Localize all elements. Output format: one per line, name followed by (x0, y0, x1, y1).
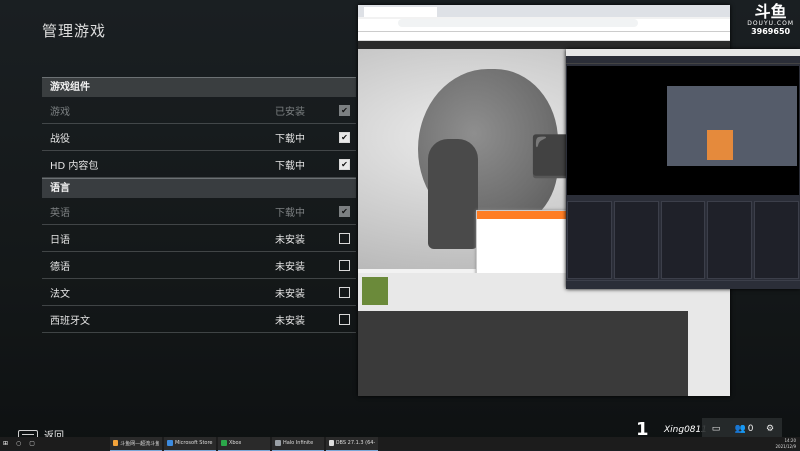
app-label: Microsoft Store (174, 440, 213, 446)
windows-icon: ⊞ (3, 440, 9, 447)
obs-controls-dock[interactable] (754, 201, 799, 279)
stream-info-area (358, 273, 730, 396)
obs-mixer-dock[interactable] (660, 201, 706, 279)
component-row[interactable]: 日语 未安装 (42, 225, 356, 252)
obs-titlebar (566, 49, 800, 56)
obs-preview-source (707, 130, 733, 160)
app-label: Halo Infinite (282, 440, 314, 446)
checkbox[interactable] (339, 232, 350, 244)
taskbar-app[interactable]: OBS 27.1.3 (64-bit... (325, 436, 378, 451)
install-status: 未安装 (275, 288, 305, 300)
obs-window[interactable] (566, 49, 800, 289)
install-status: 未安装 (275, 315, 305, 327)
app-label: 斗鱼网—超流斗鱼... (120, 440, 159, 447)
component-row: 英语 下载中 ✔ (42, 198, 356, 225)
logo-text: 斗鱼 (754, 2, 787, 21)
taskbar-app[interactable]: Halo Infinite (271, 436, 324, 451)
checkbox: ✔ (339, 205, 350, 217)
browser-bookmarks-bar (358, 32, 730, 41)
search-button[interactable]: ○ (13, 437, 24, 450)
section-header: 语言 (42, 178, 356, 198)
clock-date: 2021/12/9 (775, 444, 796, 449)
douyu-logo: 斗鱼 DOUYU.COM 3969650 (747, 2, 794, 37)
chat-area (358, 311, 688, 396)
taskbar-apps: 斗鱼网—超流斗鱼... Microsoft Store Xbox Halo Infin… (109, 436, 380, 451)
task-view-icon: ▢ (29, 440, 35, 447)
checkbox[interactable]: ✔ (339, 158, 350, 170)
page-title: 管理游戏 (42, 22, 107, 40)
component-row[interactable]: 战役 下载中 ✔ (42, 124, 356, 151)
component-row: 游戏 已安装 ✔ (42, 97, 356, 124)
dialog-header (477, 211, 571, 219)
taskbar-app[interactable]: 斗鱼网—超流斗鱼... (109, 436, 162, 451)
component-row[interactable]: HD 内容包 下载中 ✔ (42, 151, 356, 178)
checkbox[interactable] (339, 259, 350, 271)
gear-icon: ⚙ (765, 424, 775, 434)
component-row[interactable]: 西班牙文 未安装 (42, 306, 356, 333)
taskbar-app[interactable]: Microsoft Store (163, 436, 216, 451)
obs-transitions-dock[interactable] (707, 201, 753, 279)
streamer-avatar (362, 277, 388, 305)
taskbar-app[interactable]: Xbox (217, 436, 270, 451)
logo-site: DOUYU.COM (747, 20, 794, 27)
browser-tab-strip (358, 5, 730, 17)
obs-sources-dock[interactable] (613, 201, 659, 279)
soldier-artwork (428, 139, 478, 249)
component-name: 日语 (50, 234, 70, 246)
app-icon (274, 440, 281, 446)
manage-game-panel: 游戏组件 游戏 已安装 ✔ 战役 下载中 ✔ HD 内容包 下载中 ✔ 语言 英语 下载中 ✔ 日语 未安装德… (42, 77, 356, 333)
checkbox: ✔ (339, 104, 350, 116)
component-row[interactable]: 德语 未安装 (42, 252, 356, 279)
obs-menu-bar (566, 56, 800, 64)
install-status: 未安装 (275, 234, 305, 246)
app-icon (166, 440, 173, 446)
component-row[interactable]: 法文 未安装 (42, 279, 356, 306)
component-name: 英语 (50, 207, 70, 219)
component-name: 西班牙文 (50, 315, 90, 327)
install-status: 未安装 (275, 261, 305, 273)
checkbox[interactable] (339, 313, 350, 325)
obs-preview (567, 66, 799, 195)
task-view-button[interactable]: ▢ (26, 437, 38, 450)
party-count: 0 (747, 424, 754, 434)
install-status: 已安装 (275, 106, 305, 118)
obs-docks (567, 201, 799, 279)
room-number: 3969650 (751, 27, 791, 36)
checkbox[interactable] (339, 286, 350, 298)
install-status: 下载中 (275, 160, 305, 172)
chat-icon: ▭ (711, 424, 721, 434)
obs-scenes-dock[interactable] (567, 201, 612, 279)
start-button[interactable]: ⊞ (0, 437, 11, 450)
install-status: 下载中 (275, 133, 305, 145)
app-icon (328, 440, 334, 446)
search-icon: ○ (16, 440, 22, 447)
component-name: 德语 (50, 261, 70, 273)
app-label: OBS 27.1.3 (64-bit... (335, 440, 375, 446)
component-name: 法文 (50, 288, 70, 300)
component-name: 战役 (50, 133, 70, 145)
taskbar: ⊞ ○ ▢ 斗鱼网—超流斗鱼... Microsoft Store Xbox Halo… (0, 436, 800, 451)
component-name: 游戏 (50, 106, 70, 118)
app-icon (112, 440, 119, 446)
obs-status-bar (566, 280, 800, 289)
browser-tab[interactable] (364, 7, 437, 17)
system-clock[interactable]: 14:20 2021/12/9 (775, 437, 796, 451)
section-header: 游戏组件 (42, 77, 356, 97)
people-icon: 👥 (734, 424, 746, 434)
component-name: HD 内容包 (50, 160, 99, 172)
checkbox[interactable]: ✔ (339, 131, 350, 143)
install-status: 下载中 (275, 207, 305, 219)
app-icon (220, 440, 227, 446)
browser-address-bar[interactable] (358, 19, 730, 32)
app-label: Xbox (228, 440, 242, 446)
